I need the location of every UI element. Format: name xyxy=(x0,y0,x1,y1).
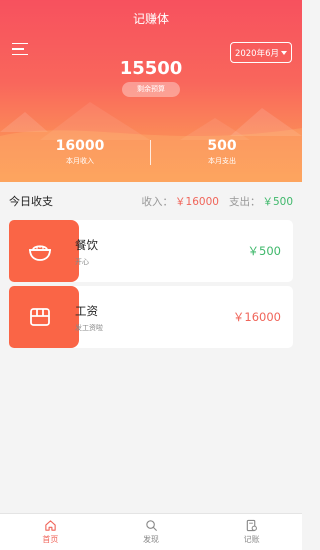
income-value: 16000 xyxy=(55,138,105,154)
caret-down-icon xyxy=(281,50,287,55)
today-expense-label: 支出： xyxy=(228,195,261,208)
bowl-icon xyxy=(29,245,51,261)
monthly-expense: 500 本月支出 xyxy=(152,138,292,166)
stat-divider xyxy=(150,140,151,165)
record-card-salary[interactable]: 工资 发工资啦 ￥16000 xyxy=(9,286,293,348)
header-banner: 记赚体 2020年6月 15500 剩余预算 16000 本月收入 500 本月… xyxy=(0,0,302,182)
record-name: 工资 xyxy=(75,304,98,318)
menu-icon[interactable] xyxy=(12,43,28,56)
tab-discover[interactable]: 发现 xyxy=(101,514,202,550)
record-name: 餐饮 xyxy=(75,238,98,252)
income-label: 本月收入 xyxy=(66,157,94,165)
record-card-dining[interactable]: 餐饮 开心 ￥500 xyxy=(9,220,293,282)
category-badge xyxy=(9,220,79,282)
tab-label: 发现 xyxy=(143,535,159,544)
today-expense-value: ￥500 xyxy=(262,195,293,208)
tab-home[interactable]: 首页 xyxy=(0,514,101,550)
today-income-label: 收入： xyxy=(141,195,174,208)
expense-label: 本月支出 xyxy=(208,157,236,165)
expense-value: 500 xyxy=(207,138,237,154)
category-badge xyxy=(9,286,79,348)
search-icon xyxy=(145,520,157,532)
today-summary: 今日收支 收入： ￥16000 支出： ￥500 xyxy=(0,182,302,220)
today-income-value: ￥16000 xyxy=(175,195,219,208)
record-note: 发工资啦 xyxy=(75,324,103,332)
edit-icon xyxy=(246,519,258,532)
remaining-budget-label: 剩余预算 xyxy=(122,82,180,97)
record-amount: ￥16000 xyxy=(232,310,281,324)
today-title: 今日收支 xyxy=(9,195,53,208)
remaining-budget-value: 15500 xyxy=(119,58,183,79)
record-amount: ￥500 xyxy=(247,244,281,258)
app-title: 记赚体 xyxy=(132,12,169,26)
month-label: 2020年6月 xyxy=(234,48,279,59)
monthly-income: 16000 本月收入 xyxy=(10,138,150,166)
tab-label: 记账 xyxy=(243,535,260,544)
tab-label: 首页 xyxy=(42,535,59,544)
tab-bookkeeping[interactable]: 记账 xyxy=(201,514,302,550)
record-note: 开心 xyxy=(75,258,89,266)
wallet-icon xyxy=(30,308,50,326)
today-totals: 收入： ￥16000 支出： ￥500 xyxy=(142,194,293,209)
bottom-tab-bar: 首页 发现 记账 xyxy=(0,513,302,550)
home-icon xyxy=(45,520,56,531)
